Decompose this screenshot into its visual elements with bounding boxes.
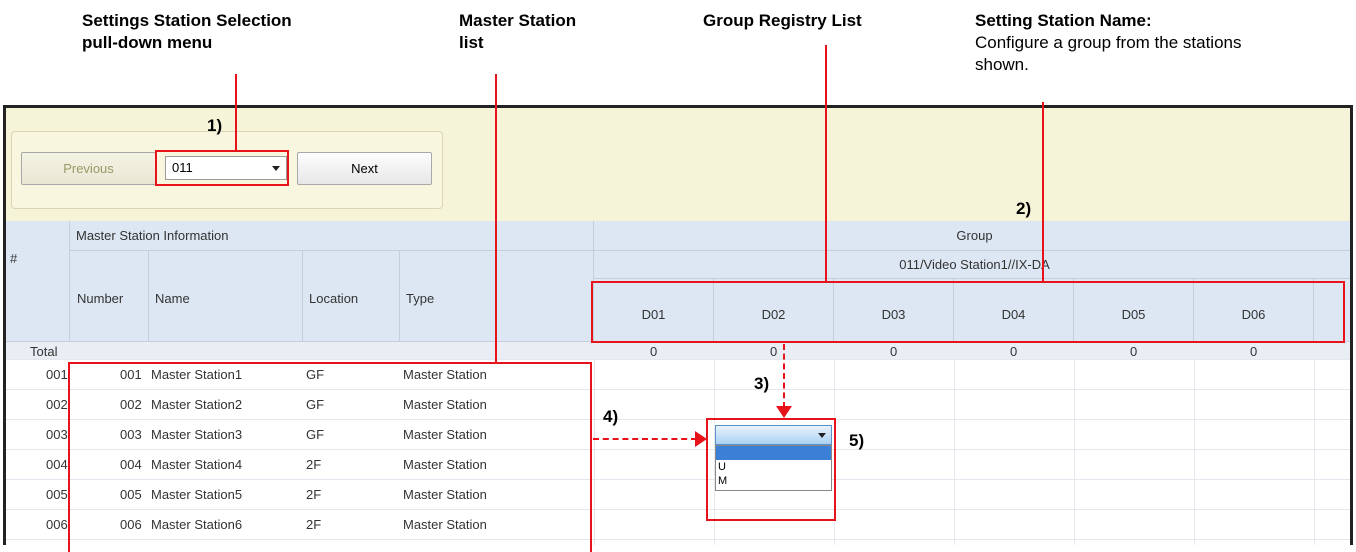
previous-button[interactable]: Previous xyxy=(21,152,156,185)
highlight-station-select xyxy=(155,150,289,186)
leader-line-1 xyxy=(235,74,237,152)
grid-line xyxy=(594,360,595,545)
highlight-master-list xyxy=(68,362,592,552)
leader-line-group xyxy=(825,45,827,282)
leader-line-master xyxy=(495,74,497,363)
column-location: Location xyxy=(303,251,400,342)
row-index: 004 xyxy=(46,457,68,472)
grid-line xyxy=(1314,360,1315,545)
hash-header: # xyxy=(6,221,70,342)
grid-line xyxy=(1074,360,1075,545)
total-d04: 0 xyxy=(1010,344,1018,359)
marker-4: 4) xyxy=(603,407,619,426)
arrow-4-head xyxy=(695,431,707,447)
marker-3: 3) xyxy=(754,374,770,393)
leader-line-2 xyxy=(1042,102,1044,282)
row-index: 002 xyxy=(46,397,68,412)
grid-line xyxy=(954,360,955,545)
highlight-dropdown xyxy=(706,418,836,521)
master-info-header: Master Station Information xyxy=(70,221,594,251)
callout-setting-station-name: Setting Station Name: Configure a group f… xyxy=(975,11,1242,74)
total-d03: 0 xyxy=(890,344,898,359)
group-header: Group xyxy=(594,221,1350,251)
next-button[interactable]: Next xyxy=(297,152,432,185)
arrow-3-head xyxy=(776,406,792,418)
total-d01: 0 xyxy=(650,344,658,359)
total-row: Total 0 0 0 0 0 0 xyxy=(6,342,1350,360)
column-number: Number xyxy=(70,251,149,342)
total-label: Total xyxy=(30,344,58,359)
group-station-header: 011/Video Station1//IX-DA xyxy=(594,251,1350,279)
marker-2: 2) xyxy=(1016,199,1032,218)
callout-group-registry: Group Registry List xyxy=(703,11,862,30)
row-index: 006 xyxy=(46,517,68,532)
callout-settings-selection: Settings Station Selection pull-down menu xyxy=(82,11,292,52)
arrow-4-line xyxy=(593,438,697,440)
row-index: 005 xyxy=(46,487,68,502)
total-d05: 0 xyxy=(1130,344,1138,359)
callout-master-list: Master Station list xyxy=(459,11,577,52)
arrow-3-line xyxy=(783,344,785,408)
total-d06: 0 xyxy=(1250,344,1258,359)
highlight-group-registry xyxy=(591,281,1345,343)
grid-line xyxy=(1194,360,1195,545)
marker-5: 5) xyxy=(849,431,865,450)
column-type: Type xyxy=(400,251,594,342)
marker-1: 1) xyxy=(207,116,223,135)
row-index: 003 xyxy=(46,427,68,442)
column-name: Name xyxy=(149,251,303,342)
total-d02: 0 xyxy=(770,344,778,359)
row-index: 001 xyxy=(46,367,68,382)
